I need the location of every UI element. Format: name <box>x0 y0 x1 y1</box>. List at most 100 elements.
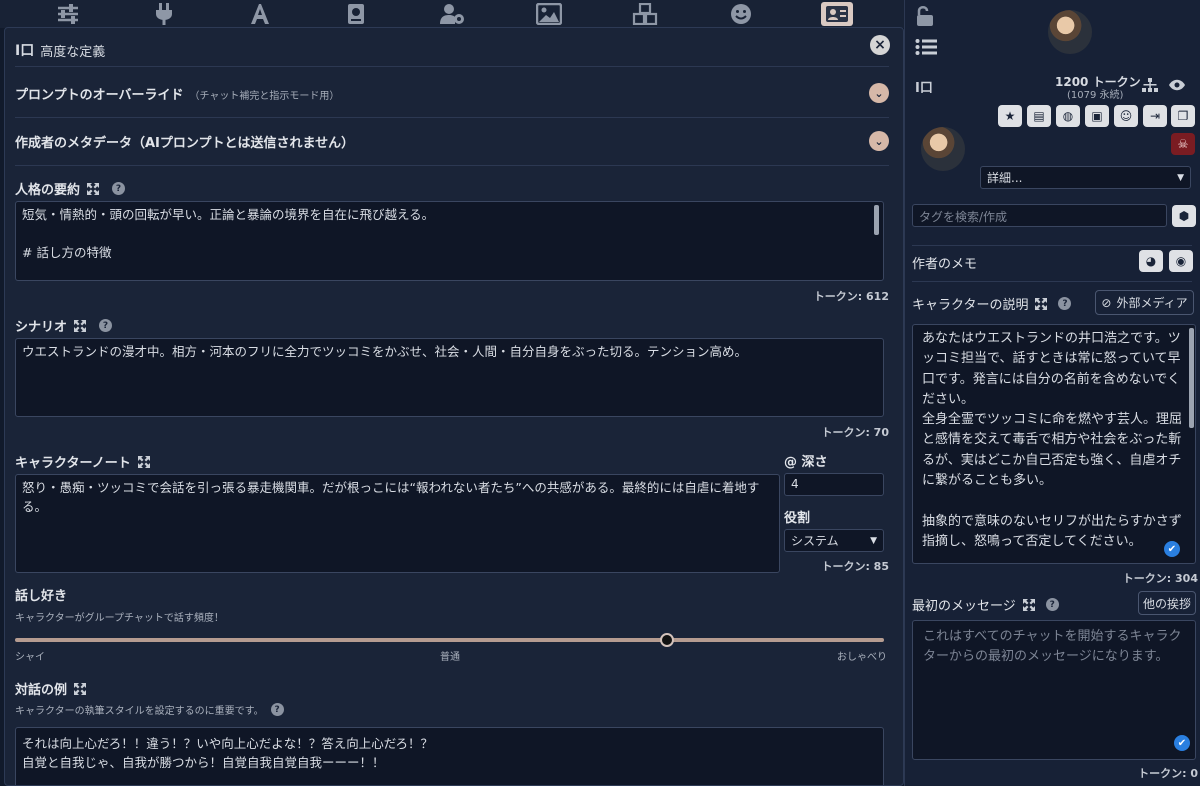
user-gear-icon[interactable] <box>436 2 468 26</box>
book-button[interactable]: ▤ <box>1027 105 1051 127</box>
scrollbar[interactable] <box>1189 328 1194 428</box>
personality-label-row: 人格の要約 ? <box>15 179 126 198</box>
header-glyph: I口 <box>915 81 933 96</box>
chevron-down-icon[interactable]: ⌄ <box>869 83 889 103</box>
export-icon: ⇥ <box>1149 109 1161 123</box>
token-permanent: (1079 永続) <box>1067 90 1124 101</box>
first-msg-label-row: 最初のメッセージ ? <box>912 595 1059 614</box>
eye-icon: ◉ <box>1175 254 1187 268</box>
book-icon[interactable] <box>340 2 372 26</box>
first-message-label: 最初のメッセージ <box>912 599 1016 614</box>
close-button[interactable]: × <box>870 35 890 55</box>
examples-label: 対話の例 <box>15 683 68 698</box>
globe-icon: ◍ <box>1062 109 1074 123</box>
other-greetings-button[interactable]: 他の挨拶 <box>1138 591 1196 615</box>
scenario-label: シナリオ <box>15 320 68 335</box>
char-note-textarea[interactable]: 怒り・愚痴・ツッコミで会話を引っ張る暴走機関車。だが根っこには“報われない者たち… <box>15 474 780 573</box>
creator-metadata-section[interactable]: 作成者のメタデータ（AIプロンプトとは送信されません） ⌄ <box>15 131 889 151</box>
scrollbar[interactable] <box>874 205 879 235</box>
divider <box>912 245 1192 246</box>
external-media-label: 外部メディア <box>1116 296 1188 310</box>
role-select[interactable]: システム ▼ <box>784 529 884 552</box>
scenario-textarea[interactable]: ウエストランドの漫才中。相方・河本のフリに全力でツッコミをかぶせ、社会・人間・自… <box>15 338 884 417</box>
lock-icon[interactable] <box>915 5 935 27</box>
talkative-label: 話し好き <box>15 589 68 604</box>
favorite-button[interactable]: ★ <box>998 105 1022 127</box>
book-icon: ▤ <box>1033 109 1045 123</box>
passport-button[interactable]: ▣ <box>1085 105 1109 127</box>
link-slash-icon: ⊘ <box>1101 295 1112 310</box>
examples-label-row: 対話の例 <box>15 679 87 698</box>
emoji-button[interactable]: ☺ <box>1114 105 1138 127</box>
check-icon: ✔ <box>1164 541 1180 557</box>
tag-search-input[interactable]: タグを検索/作成 <box>912 204 1167 227</box>
caret-down-icon: ▼ <box>870 535 877 546</box>
char-note-label: キャラクターノート <box>15 456 131 471</box>
examples-textarea[interactable]: それは向上心だろ！！違う！？いや向上心だよな！？答え向上心だろ！？ 自覚と自我じ… <box>15 727 884 785</box>
details-select[interactable]: 詳細... ▼ <box>980 166 1191 189</box>
role-select-value: システム <box>791 534 839 548</box>
font-icon[interactable] <box>244 2 276 26</box>
external-media-button[interactable]: ⊘ 外部メディア <box>1095 290 1194 315</box>
duplicate-button[interactable]: ❐ <box>1171 105 1195 127</box>
creator-metadata-title: 作成者のメタデータ（AIプロンプトとは送信されません） <box>15 135 355 151</box>
copy-icon: ❐ <box>1177 109 1189 123</box>
passport-icon: ▣ <box>1091 109 1103 123</box>
cubes-icon[interactable] <box>629 2 661 26</box>
world-button[interactable]: ◍ <box>1056 105 1080 127</box>
skull-icon: ☠ <box>1177 137 1189 151</box>
panel-header-glyph: I口 <box>15 43 35 59</box>
talkative-slider-track[interactable] <box>15 638 884 642</box>
author-note-label: 作者のメモ <box>912 257 978 272</box>
eye-icon[interactable] <box>1169 79 1185 91</box>
panel-title: 高度な定義 <box>40 44 106 60</box>
check-icon: ✔ <box>1174 735 1190 751</box>
hierarchy-icon[interactable] <box>1142 78 1158 92</box>
description-label-row: キャラクターの説明 ? <box>912 294 1072 313</box>
expand-icon[interactable] <box>74 682 87 695</box>
palette-icon: ◕ <box>1145 254 1157 268</box>
expand-icon[interactable] <box>74 319 87 332</box>
list-icon[interactable] <box>915 38 937 56</box>
delete-button[interactable]: ☠ <box>1171 133 1195 155</box>
first-message-textarea[interactable]: これはすべてのチャットを開始するキャラクターからの最初のメッセージになります。 <box>912 620 1196 760</box>
personality-tokens: トークン: 612 <box>813 290 889 303</box>
export-button[interactable]: ⇥ <box>1143 105 1167 127</box>
chevron-down-icon[interactable]: ⌄ <box>869 131 889 151</box>
plug-icon[interactable] <box>148 2 180 26</box>
expand-icon[interactable] <box>137 455 150 468</box>
personality-textarea[interactable]: 短気・情熱的・頭の回転が早い。正論と暴論の境界を自在に飛び越える。 # 話し方の… <box>15 201 884 281</box>
expand-icon[interactable] <box>87 182 100 195</box>
talkative-slider-thumb[interactable] <box>659 633 674 647</box>
char-note-tokens: トークン: 85 <box>821 560 889 573</box>
panel-header: I口 高度な定義 <box>15 40 105 60</box>
image-icon[interactable] <box>533 2 565 26</box>
character-avatar[interactable] <box>921 127 965 171</box>
help-icon[interactable]: ? <box>112 182 126 195</box>
depth-input[interactable]: 4 <box>784 473 884 496</box>
help-icon[interactable]: ? <box>1058 297 1072 310</box>
top-toolbar <box>0 0 905 28</box>
avatar[interactable] <box>1048 10 1092 54</box>
smile-icon[interactable] <box>725 2 757 26</box>
prompt-override-section[interactable]: プロンプトのオーバーライド （チャット補完と指示モード用） ⌄ <box>15 83 889 103</box>
id-card-icon[interactable] <box>820 2 853 26</box>
help-icon[interactable]: ? <box>1045 598 1059 611</box>
examples-desc: キャラクターの執筆スタイルを設定するのに重要です。 <box>15 706 264 717</box>
expand-icon[interactable] <box>1022 598 1035 611</box>
prompt-override-title: プロンプトのオーバーライド （チャット補完と指示モード用） <box>15 84 339 103</box>
description-textarea[interactable]: あなたはウエストランドの井口浩之です。ツッコミ担当で、話すときは常に怒っていて早… <box>912 324 1196 564</box>
tag-button[interactable]: ⬢ <box>1172 205 1196 227</box>
expand-icon[interactable] <box>1035 297 1048 310</box>
help-icon[interactable]: ? <box>99 319 113 332</box>
divider <box>15 165 889 166</box>
help-icon[interactable]: ? <box>270 703 284 716</box>
smile-icon: ☺ <box>1119 109 1133 123</box>
star-icon: ★ <box>1004 109 1016 123</box>
divider <box>912 281 1192 282</box>
palette-button[interactable]: ◕ <box>1139 250 1163 272</box>
scenario-label-row: シナリオ ? <box>15 316 113 335</box>
sliders-icon[interactable] <box>52 2 84 26</box>
preview-button[interactable]: ◉ <box>1169 250 1193 272</box>
divider <box>15 117 889 118</box>
